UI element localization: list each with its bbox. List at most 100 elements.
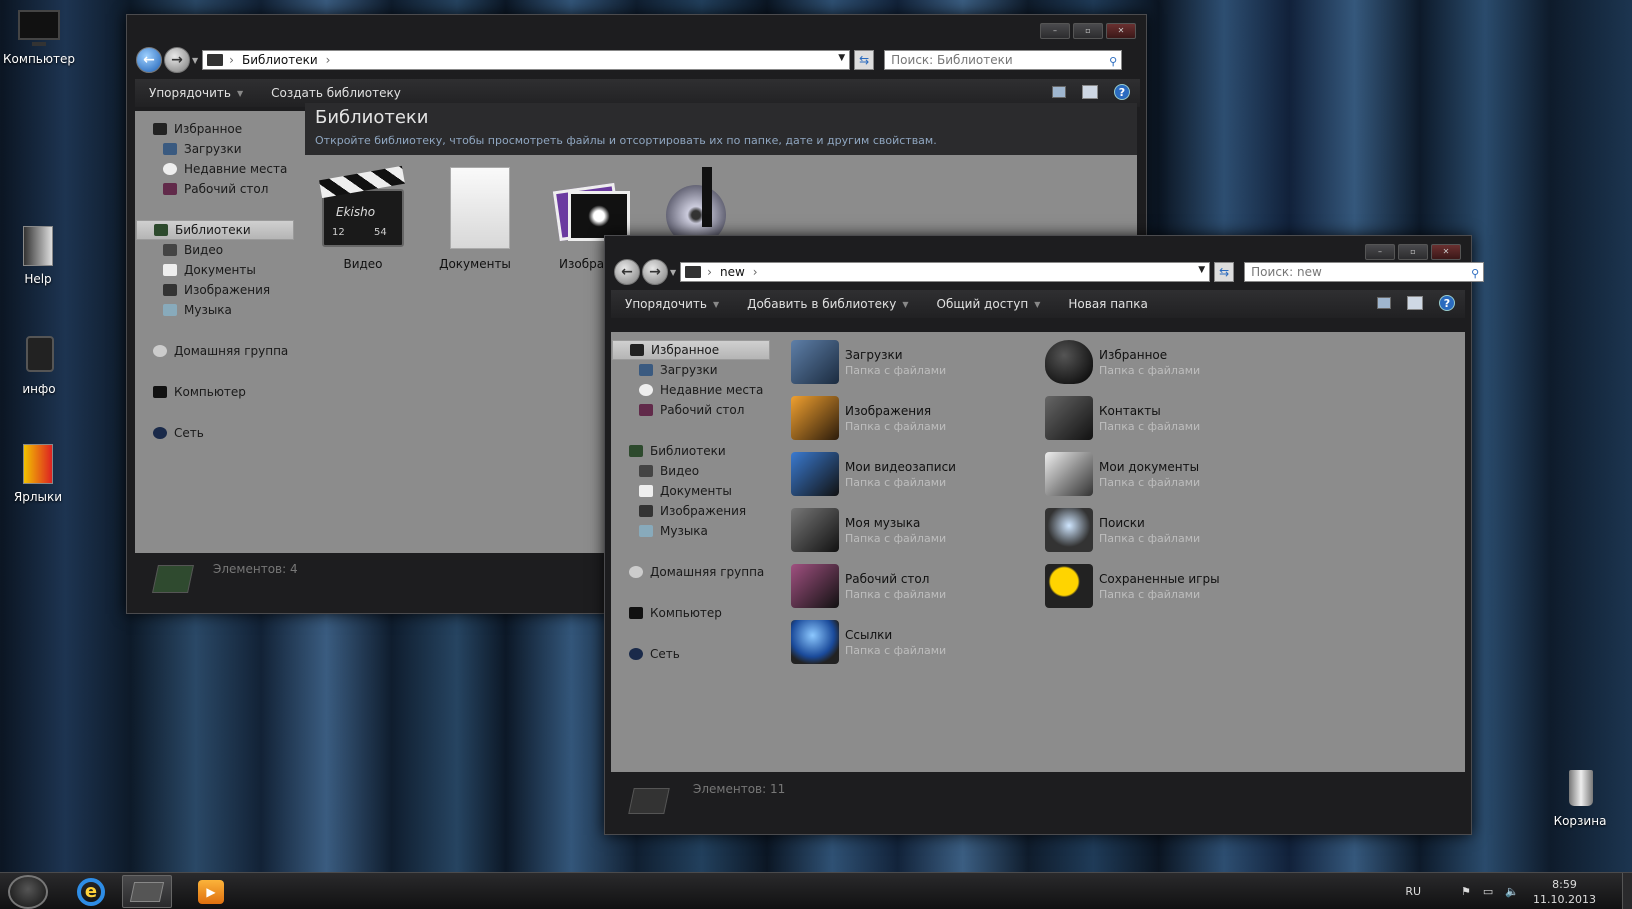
history-dropdown-icon[interactable]: ▼ [670,268,676,277]
nav-recent[interactable]: Недавние места [611,380,781,400]
change-view-icon[interactable] [1052,86,1066,98]
action-center-flag-icon[interactable]: ⚑ [1461,885,1471,898]
navigation-pane: Избранное Загрузки Недавние места Рабочи… [611,332,781,772]
network-tray-icon[interactable]: ▭ [1483,885,1493,898]
folder-item[interactable]: Сохраненные игры Папка с файлами [1045,562,1285,610]
add-to-library-button[interactable]: Добавить в библиотеку ▼ [733,297,922,311]
library-tile-documents[interactable]: Документы [425,163,525,271]
folder-item[interactable]: Ссылки Папка с файлами [791,618,1031,666]
nav-music[interactable]: Музыка [611,521,781,541]
documents-icon [639,485,653,497]
show-desktop-button[interactable] [1622,873,1632,909]
start-orb-icon[interactable] [8,875,48,909]
help-icon[interactable]: ? [1114,84,1130,100]
contacts-folder-icon [1045,396,1093,440]
library-tile-video[interactable]: Ekisho 12 54 Видео [313,163,413,271]
organize-button[interactable]: Упорядочить ▼ [135,86,257,100]
preview-pane-icon[interactable] [1082,85,1098,99]
folder-item[interactable]: Мои видеозаписи Папка с файлами [791,450,1031,498]
media-player-icon[interactable]: ▶ [186,875,236,908]
taskbar: e ▶ RU ⚑ ▭ 🔈 8:59 11.10.2013 [0,872,1632,909]
maximize-button[interactable]: ▫ [1398,244,1428,260]
folder-item[interactable]: Поиски Папка с файлами [1045,506,1285,554]
desktop-icon-recycle-bin[interactable]: Корзина [1544,766,1616,828]
desktop-icon-shortcuts[interactable]: Ярлыки [2,442,74,504]
maximize-button[interactable]: ▫ [1073,23,1103,39]
nav-favorites[interactable]: Избранное [135,119,305,139]
nav-documents[interactable]: Документы [135,260,305,280]
libraries-icon [629,445,643,457]
internet-explorer-icon[interactable]: e [66,875,116,908]
desktop-icon-help[interactable]: Help [2,224,74,286]
close-button[interactable]: ✕ [1431,244,1461,260]
address-dropdown-icon[interactable]: ▼ [1198,265,1205,275]
nav-favorites[interactable]: Избранное [612,340,770,360]
document-page-icon [430,163,520,253]
folder-item[interactable]: Моя музыка Папка с файлами [791,506,1031,554]
history-dropdown-icon[interactable]: ▼ [192,56,198,65]
search-input[interactable]: Поиск: new ⚲ [1244,262,1485,282]
change-view-icon[interactable] [1377,297,1391,309]
nav-pictures[interactable]: Изображения [135,280,305,300]
volume-icon[interactable]: 🔈 [1505,885,1519,898]
close-button[interactable]: ✕ [1106,23,1136,39]
network-globe-icon [629,648,643,660]
clock[interactable]: 8:59 11.10.2013 [1533,877,1596,907]
back-button[interactable]: ← [614,259,640,285]
nav-network[interactable]: Сеть [135,423,305,443]
desktop-icon-computer[interactable]: Компьютер [3,8,75,66]
nav-recent[interactable]: Недавние места [135,159,305,179]
new-folder-button[interactable]: Новая папка [1054,297,1161,311]
nav-downloads[interactable]: Загрузки [611,360,781,380]
share-button[interactable]: Общий доступ ▼ [923,297,1055,311]
create-library-button[interactable]: Создать библиотеку [257,86,415,100]
nav-music[interactable]: Музыка [135,300,305,320]
address-dropdown-icon[interactable]: ▼ [838,53,845,63]
folder-item[interactable]: Рабочий стол Папка с файлами [791,562,1031,610]
nav-video[interactable]: Видео [135,240,305,260]
nav-computer[interactable]: Компьютер [135,382,305,402]
minimize-button[interactable]: – [1040,23,1070,39]
nav-homegroup[interactable]: Домашняя группа [135,341,305,361]
nav-libraries[interactable]: Библиотеки [136,220,294,240]
nav-libraries[interactable]: Библиотеки [611,441,781,461]
nav-computer[interactable]: Компьютер [611,603,781,623]
forward-button[interactable]: → [642,259,668,285]
language-indicator[interactable]: RU [1405,885,1421,898]
nav-pictures[interactable]: Изображения [611,501,781,521]
search-input[interactable]: Поиск: Библиотеки ⚲ [884,50,1123,70]
folder-item[interactable]: Изображения Папка с файлами [791,394,1031,442]
explorer-taskbar-button[interactable] [122,875,172,908]
address-bar[interactable]: › new › ▼ [680,262,1211,282]
refresh-button[interactable]: ⇆ [1214,262,1235,282]
clapperboard-icon: Ekisho 12 54 [318,163,408,253]
video-icon [163,244,177,256]
nav-network[interactable]: Сеть [611,644,781,664]
minimize-button[interactable]: – [1365,244,1395,260]
documents-icon [163,264,177,276]
back-button[interactable]: ← [136,47,162,73]
desktop-folder-icon [639,404,653,416]
folder-item[interactable]: Избранное Папка с файлами [1045,338,1285,386]
folder-item[interactable]: Загрузки Папка с файлами [791,338,1031,386]
help-icon[interactable]: ? [1439,295,1455,311]
music-folder-icon [791,508,839,552]
folder-item[interactable]: Контакты Папка с файлами [1045,394,1285,442]
nav-desktop[interactable]: Рабочий стол [611,400,781,420]
organize-button[interactable]: Упорядочить ▼ [611,297,733,311]
nav-documents[interactable]: Документы [611,481,781,501]
nav-video[interactable]: Видео [611,461,781,481]
nav-homegroup[interactable]: Домашняя группа [611,562,781,582]
pictures-icon [163,284,177,296]
pictures-folder-icon [791,396,839,440]
desktop-icon-label: Корзина [1553,814,1607,828]
desktop-icon-info[interactable]: инфо [3,334,75,396]
folder-item[interactable]: Мои документы Папка с файлами [1045,450,1285,498]
refresh-button[interactable]: ⇆ [854,50,875,70]
nav-desktop[interactable]: Рабочий стол [135,179,305,199]
explorer-window-new[interactable]: – ▫ ✕ ← → ▼ › new › ▼ ⇆ Поиск: new ⚲ Упо… [604,235,1485,835]
nav-downloads[interactable]: Загрузки [135,139,305,159]
preview-pane-icon[interactable] [1407,296,1423,310]
forward-button[interactable]: → [164,47,190,73]
address-bar[interactable]: › Библиотеки › ▼ [202,50,851,70]
